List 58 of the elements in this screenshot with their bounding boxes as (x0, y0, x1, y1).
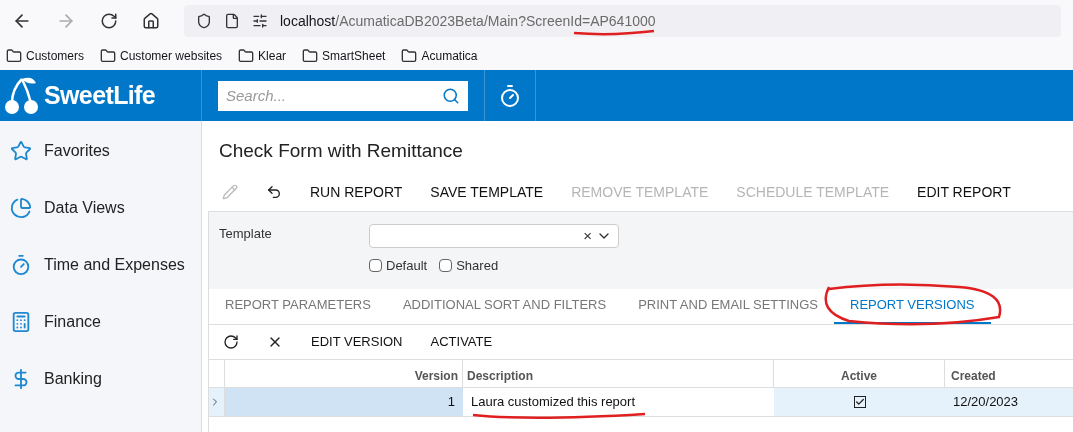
column-header[interactable]: Description (463, 359, 774, 387)
tab[interactable]: PRINT AND EMAIL SETTINGS (622, 288, 835, 324)
shield-icon[interactable] (196, 13, 212, 29)
bookmark-link[interactable]: Acumatica (421, 47, 478, 65)
star-icon (10, 140, 32, 162)
url-text: localhost/AcumaticaDB2023Beta/Main?ScreenId=AP641000 (280, 11, 656, 31)
grid-toolbar-button[interactable]: ACTIVATE (430, 331, 493, 352)
checkbox[interactable] (853, 395, 866, 408)
sidebar-item[interactable]: Favorites (0, 137, 201, 165)
timer-icon (10, 254, 32, 276)
sidebar-item[interactable]: Data Views (0, 194, 201, 222)
folder-icon[interactable] (238, 48, 255, 64)
home-icon[interactable] (142, 12, 160, 30)
table-cell-text: Laura customized this report (471, 392, 636, 411)
clear-glyph[interactable]: × (583, 224, 592, 248)
folder-icon[interactable] (100, 48, 116, 64)
tab[interactable]: REPORT PARAMETERS (209, 288, 387, 324)
address-bar[interactable]: localhost/AcumaticaDB2023Beta/Main?ScreenId=AP641000 (184, 5, 1061, 37)
tab[interactable]: REPORT VERSIONS (834, 288, 991, 324)
toolbar-button[interactable]: EDIT REPORT (917, 181, 1011, 203)
checkbox-label: Default (386, 257, 428, 275)
checkbox[interactable] (439, 259, 453, 273)
sidebar-item[interactable]: Finance (0, 308, 201, 336)
folder-icon[interactable] (6, 48, 22, 64)
reload-icon[interactable] (100, 12, 118, 30)
column-header[interactable]: Created (945, 359, 1073, 387)
sidebar-item[interactable]: Banking (0, 365, 201, 393)
folder-icon[interactable] (401, 48, 418, 64)
folder-icon[interactable] (302, 48, 319, 64)
logo-text: SweetLife (44, 79, 156, 111)
permissions-icon[interactable] (252, 13, 268, 29)
toolbar-button[interactable]: RUN REPORT (310, 181, 403, 203)
search-field[interactable]: Search... (218, 80, 468, 111)
tab[interactable]: ADDITIONAL SORT AND FILTERS (386, 288, 623, 324)
table-row[interactable]: 1 Laura customized this report 12/20/2023 (209, 387, 1073, 417)
calculator-icon (10, 311, 32, 333)
undo-icon[interactable] (266, 184, 282, 200)
page-title: Check Form with Remittance (218, 139, 464, 163)
checkbox[interactable] (369, 259, 382, 273)
bookmark-link[interactable]: Customer websites (120, 47, 223, 65)
table-cell: 12/20/2023 (953, 393, 1019, 409)
pie-icon (10, 197, 32, 219)
search-icon[interactable] (442, 86, 460, 105)
bookmark-link[interactable]: Customers (26, 47, 84, 65)
column-header[interactable]: Active (774, 359, 945, 387)
column-header[interactable]: Version (225, 359, 463, 387)
toolbar-button[interactable]: SAVE TEMPLATE (430, 181, 544, 203)
sidebar-item[interactable]: Time and Expenses (0, 251, 201, 279)
grid-toolbar-button[interactable]: EDIT VERSION (311, 331, 403, 352)
field-label: Template (219, 225, 273, 243)
page-icon[interactable] (224, 13, 240, 29)
template-dropdown[interactable]: × (369, 224, 619, 248)
table-cell-text: 1 (447, 392, 455, 411)
bookmark-link[interactable]: SmartSheet (322, 47, 386, 65)
refresh-icon[interactable] (223, 333, 239, 350)
timer-icon[interactable] (498, 83, 522, 108)
checkbox-label: Shared (456, 257, 499, 275)
bookmark-link[interactable]: Klear (258, 47, 287, 65)
